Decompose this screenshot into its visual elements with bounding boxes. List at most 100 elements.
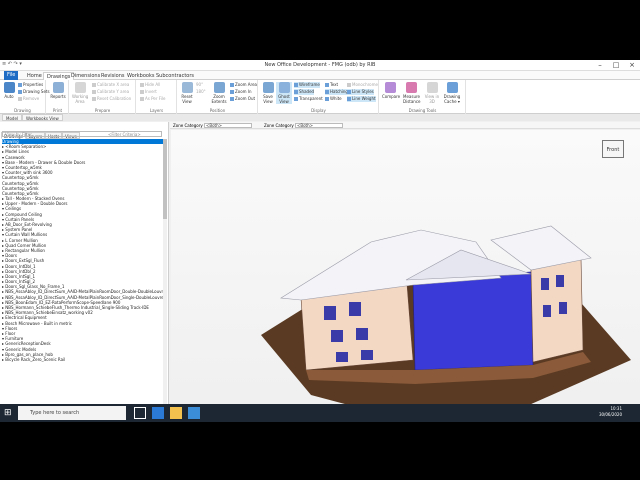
window-title: New Office Development - FMG (odb) by RI… [264,62,376,68]
zoom-area-icon [230,82,234,87]
panel-tabs: Drawings Layers Hosts Views [1,123,80,139]
properties-button[interactable]: Properties [18,82,43,88]
hide-all-button[interactable]: Hide All [140,82,160,88]
ghost-view-icon [278,82,290,93]
document-tabs: Model Workbooks View [0,114,640,121]
calibrate-y-button[interactable]: Calibrate Y area [92,89,129,95]
building-model[interactable] [171,130,640,422]
save-view-icon [262,82,274,93]
windows-taskbar: ⊞ Type here to search 10:31 30/06/2020 [0,404,640,422]
reset-calibration-button[interactable]: Reset Calibration [92,96,131,102]
save-view-button[interactable]: Save View [260,82,276,104]
app-icon[interactable] [188,407,200,419]
drawing-cache-button[interactable]: Drawing Cache ▾ [442,82,462,104]
group-label-prepare: Prepare [94,108,111,113]
zoom-area-button[interactable]: Zoom Area [230,82,257,88]
drawing-cache-icon [446,82,458,93]
measure-distance-icon [405,82,417,93]
zoom-extents-button[interactable]: Zoom Extents [211,82,227,104]
glass-atrium [412,271,534,371]
minimize-icon[interactable]: – [592,60,608,71]
reset-view-button[interactable]: Reset View [179,82,195,104]
wireframe-button[interactable]: Wireframe [294,82,320,88]
calibrate-x-button[interactable]: Calibrate X area [92,82,129,88]
drawings-panel: Drawings Layers Hosts Views View by Filter … [0,122,169,412]
maximize-icon[interactable]: □ [608,60,624,71]
zoom-in-button[interactable]: Zoom In [230,89,252,95]
reports-icon [52,82,64,93]
task-view-icon[interactable] [134,407,146,419]
system-tray-clock[interactable]: 10:31 30/06/2020 [599,406,622,418]
edge-icon[interactable] [152,407,164,419]
tab-file[interactable]: File [4,71,19,80]
zone1-select[interactable]: <Both> [204,123,252,128]
zoom-out-button[interactable]: Zoom Out [230,96,255,102]
file-explorer-icon[interactable] [170,407,182,419]
working-area-icon [74,82,86,93]
transparent-button[interactable]: Transparent [294,96,323,102]
group-label-drawing-tools: Drawing Tools [408,108,437,113]
view-header: Zone Category 1: <Both> Zone Category 2:… [170,122,640,129]
as-per-file-button[interactable]: As Per File [140,96,165,102]
invert-button[interactable]: Invert [140,89,157,95]
reports-button[interactable]: Reports [50,82,66,99]
group-layers: Hide All Invert As Per File Layers [137,80,177,114]
zone2-select[interactable]: <Both> [295,123,343,128]
windows-start-icon[interactable]: ⊞ [4,408,12,418]
scrollbar-thumb[interactable] [163,139,167,219]
tree-item[interactable]: ▸ Bicycle Rack_Zero_Scenic Rail [2,357,167,362]
ribbon: Auto Properties Drawing Sets Remove Draw… [0,80,640,114]
menu-tabs: File Home Drawings Dimensions Revisions … [0,71,640,80]
tab-workbooks-view[interactable]: Workbooks View [22,114,63,121]
viewcube[interactable]: Front [602,140,624,158]
group-label-print: Print [52,108,63,113]
working-area-button[interactable]: Working Area [72,82,88,104]
drawing-sets-button[interactable]: Drawing Sets [18,89,50,95]
filter-input[interactable]: View by Filter <Filter Criteria> [2,131,162,137]
remove-icon [18,96,22,101]
line-weight-toggle[interactable]: Line Weight [347,96,376,102]
filter-criteria: <Filter Criteria> [108,132,141,137]
remove-button[interactable]: Remove [18,96,39,102]
zone2-label: Zone Category 2: [264,123,299,128]
zoom-in-icon [230,89,234,94]
close-icon[interactable]: × [624,60,640,71]
group-display: Save View Ghost View Wireframe Shaded Tr… [259,80,379,114]
tab-model[interactable]: Model [2,114,23,121]
rotate-90-button[interactable]: 90° [196,82,203,88]
zoom-out-icon [230,96,234,101]
group-drawing: Auto Properties Drawing Sets Remove Draw… [0,80,50,114]
drawing-tree[interactable]: Drawing ▸ <Room Separation> ▸ Model Line… [2,139,167,410]
tree-scrollbar[interactable] [163,139,167,409]
properties-icon [18,82,22,87]
auto-button[interactable]: Auto [1,82,17,99]
hatching-toggle[interactable]: Hatching [325,89,348,95]
group-print: Reports Print [47,80,69,114]
tab-home[interactable]: Home [24,72,45,80]
3d-viewport[interactable]: Front [171,130,640,422]
group-label-drawing: Drawing [14,108,31,113]
line-styles-toggle[interactable]: Line Styles [347,89,374,95]
text-toggle[interactable]: Text [325,82,338,88]
tab-subcontractors[interactable]: Subcontractors [153,72,197,80]
group-label-display: Display [311,108,326,113]
rotate-180-button[interactable]: 180° [196,89,206,95]
reset-view-icon [181,82,193,93]
application-window: ≡ ↶ ↷ ▾ New Office Development - FMG (od… [0,60,640,422]
monochrome-toggle[interactable]: Monochrome [347,82,378,88]
group-label-layers: Layers [149,108,164,113]
zone1-label: Zone Category 1: [173,123,208,128]
measure-distance-button[interactable]: Measure Distance [403,82,421,104]
taskbar-search[interactable]: Type here to search [18,406,126,420]
view-in-3d-button[interactable]: View in 3D [424,82,440,104]
group-drawing-tools: Compare Measure Distance View in 3D Draw… [380,80,466,114]
shaded-button[interactable]: Shaded [294,89,315,95]
group-label-position: Position [209,108,226,113]
ghost-view-button[interactable]: Ghost View [276,82,292,104]
white-toggle[interactable]: White [325,96,342,102]
auto-icon [3,82,15,93]
tree-item[interactable]: ▸ NBS_AssaAbloy_ID_DirectSum_AAID-MetalP… [2,289,167,294]
group-position: Reset View 90° 180° Zoom Extents Zoom Ar… [178,80,258,114]
compare-button[interactable]: Compare [382,82,400,99]
title-bar: ≡ ↶ ↷ ▾ New Office Development - FMG (od… [0,60,640,71]
